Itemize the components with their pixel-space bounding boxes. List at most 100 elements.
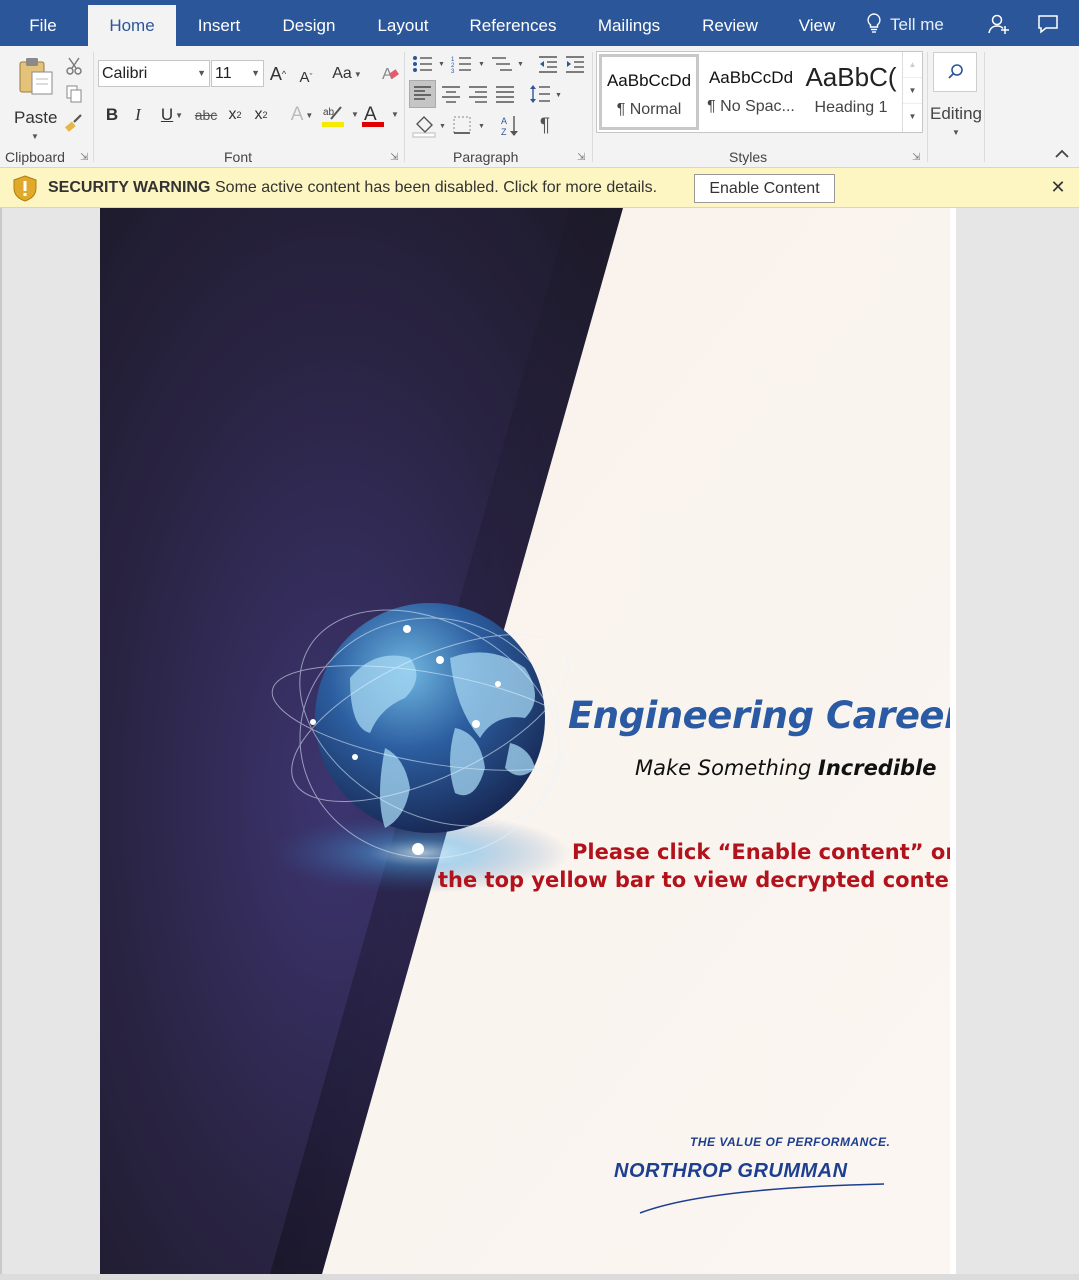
tab-mailings[interactable]: Mailings <box>587 0 671 46</box>
close-icon[interactable]: ✕ <box>1047 175 1069 199</box>
cut-icon[interactable] <box>64 56 84 76</box>
chevron-down-icon: ▼ <box>197 68 206 78</box>
shield-warning-icon <box>13 175 37 202</box>
style-name: Heading 1 <box>814 99 888 116</box>
chevron-down-icon: ▼ <box>251 68 260 78</box>
increase-indent-icon[interactable] <box>564 54 586 74</box>
svg-text:Z: Z <box>501 127 507 137</box>
font-name-combo[interactable]: Calibri ▼ <box>98 60 210 87</box>
align-right-icon[interactable] <box>467 84 489 104</box>
line-spacing-icon[interactable]: ▼ <box>528 83 564 105</box>
paragraph-launcher-icon[interactable]: ⇲ <box>577 152 585 163</box>
text-effects-button[interactable]: A ▼ <box>284 102 320 128</box>
sort-icon[interactable]: A Z <box>499 114 521 138</box>
shrink-font-button[interactable]: Aˇ <box>296 64 316 90</box>
group-divider <box>984 52 985 162</box>
security-warning-title: SECURITY WARNING <box>48 179 211 196</box>
highlighter-icon: ab <box>322 106 344 127</box>
svg-text:3: 3 <box>451 69 455 74</box>
decrease-indent-icon[interactable] <box>537 54 559 74</box>
tab-view[interactable]: View <box>789 0 845 46</box>
chevron-down-icon: ▼ <box>351 110 359 119</box>
shading-icon[interactable]: ▼ <box>412 114 448 138</box>
format-painter-icon[interactable] <box>64 112 84 132</box>
security-warning-message[interactable]: Some active content has been disabled. C… <box>215 179 657 197</box>
paste-dropdown-icon: ▼ <box>31 132 39 141</box>
share-person-icon[interactable] <box>987 12 1011 36</box>
clipboard-launcher-icon[interactable]: ⇲ <box>80 152 88 163</box>
superscript-button[interactable]: x2 <box>250 102 272 128</box>
editing-button[interactable]: Editing ▼ <box>930 52 982 138</box>
chevron-down-icon: ▼ <box>305 110 314 120</box>
underline-button[interactable]: U ▼ <box>154 102 190 128</box>
svg-text:▼: ▼ <box>438 61 445 68</box>
borders-icon[interactable]: ▼ <box>451 114 487 138</box>
paste-label: Paste <box>14 108 58 127</box>
italic-button[interactable]: I <box>128 102 148 128</box>
font-size-combo[interactable]: 11 ▼ <box>211 60 264 87</box>
style-no-spacing[interactable]: AaBbCcDd ¶ No Spac... <box>701 54 801 130</box>
scroll-up-icon[interactable]: ▲ <box>903 52 922 78</box>
enable-content-button[interactable]: Enable Content <box>694 174 835 203</box>
justify-icon[interactable] <box>494 84 516 104</box>
security-warning-bar[interactable]: SECURITY WARNING Some active content has… <box>0 168 1079 208</box>
collapse-ribbon-icon[interactable] <box>1054 148 1070 160</box>
change-case-label: Aa <box>332 65 352 82</box>
highlight-color-button[interactable]: ab ▼ <box>322 104 360 130</box>
svg-text:▼: ▼ <box>517 61 524 68</box>
font-group-label: Font <box>224 149 253 165</box>
chevron-down-icon: ▼ <box>391 110 399 119</box>
grow-font-button[interactable]: A ^ <box>268 60 288 88</box>
bold-button[interactable]: B <box>102 102 122 128</box>
tab-layout[interactable]: Layout <box>367 0 439 46</box>
font-color-button[interactable]: A ▼ <box>362 104 400 130</box>
numbering-icon[interactable]: 123 ▼ <box>451 54 487 74</box>
lightbulb-icon <box>867 13 881 33</box>
group-divider <box>927 52 928 162</box>
scroll-down-icon[interactable]: ▼ <box>903 78 922 104</box>
subscript-button[interactable]: x2 <box>224 102 246 128</box>
headline: Engineering Careers <box>568 694 950 737</box>
font-size-value: 11 <box>215 65 232 82</box>
tab-design[interactable]: Design <box>274 0 344 46</box>
tell-me-box[interactable]: Tell me <box>866 0 944 46</box>
document-page[interactable]: Engineering Careers Make Something Incre… <box>100 208 950 1274</box>
tagline-prefix: Make Something <box>635 756 818 780</box>
font-color-icon: A <box>362 104 384 127</box>
change-case-button[interactable]: Aa ▼ <box>330 60 364 88</box>
tab-file[interactable]: File <box>10 0 76 46</box>
tab-home[interactable]: Home <box>88 5 176 46</box>
paste-button[interactable]: Paste ▼ <box>10 54 60 141</box>
svg-text:A: A <box>364 104 377 125</box>
multilevel-list-icon[interactable]: ▼ <box>490 54 526 74</box>
tab-review[interactable]: Review <box>694 0 766 46</box>
style-heading-1[interactable]: AaBbC( Heading 1 <box>803 54 899 130</box>
comments-icon[interactable] <box>1036 12 1060 36</box>
font-name-value: Calibri <box>102 65 148 82</box>
style-name: ¶ Normal <box>616 101 682 118</box>
style-name: ¶ No Spac... <box>707 98 795 115</box>
styles-gallery: AaBbCcDd ¶ Normal AaBbCcDd ¶ No Spac... … <box>596 51 923 133</box>
page-edge <box>950 208 956 1274</box>
strikethrough-button[interactable]: abc <box>194 102 218 128</box>
tab-references[interactable]: References <box>462 0 564 46</box>
page-bottom-strip <box>0 1274 1079 1280</box>
styles-launcher-icon[interactable]: ⇲ <box>912 152 920 163</box>
align-left-button[interactable] <box>409 80 436 108</box>
tagline: Make Something Incredible <box>635 756 937 780</box>
clear-formatting-icon[interactable]: A <box>380 62 400 84</box>
group-divider <box>404 52 405 162</box>
svg-text:▼: ▼ <box>478 61 485 68</box>
show-formatting-marks-button[interactable]: ¶ <box>534 114 556 138</box>
svg-text:▼: ▼ <box>478 123 485 130</box>
more-styles-icon[interactable]: ▼ <box>903 104 922 130</box>
tab-insert[interactable]: Insert <box>186 0 252 46</box>
clipboard-group-label: Clipboard <box>5 149 65 165</box>
align-center-icon[interactable] <box>440 84 462 104</box>
chevron-down-icon: ▼ <box>353 69 362 79</box>
font-launcher-icon[interactable]: ⇲ <box>390 152 398 163</box>
bullets-icon[interactable]: ▼ <box>412 54 446 74</box>
search-icon <box>948 64 963 79</box>
copy-icon[interactable] <box>64 84 84 104</box>
style-normal[interactable]: AaBbCcDd ¶ Normal <box>599 54 699 130</box>
